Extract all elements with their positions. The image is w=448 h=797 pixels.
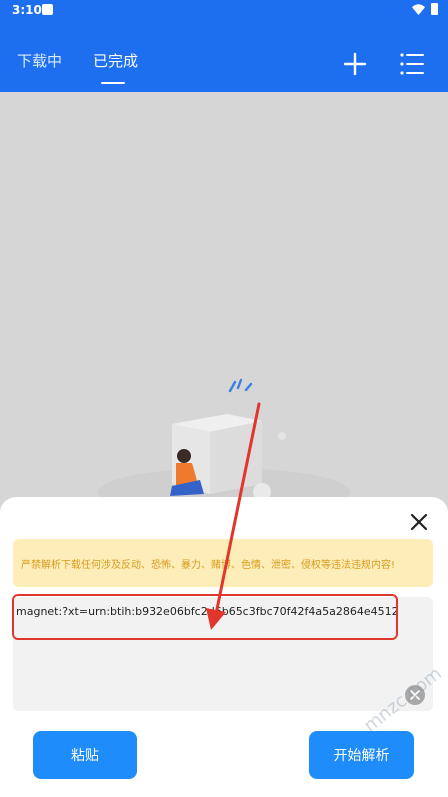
- close-icon[interactable]: [409, 512, 429, 532]
- warning-text: 严禁解析下载任何涉及反动、恐怖、暴力、赌博、色情、泄密、侵权等违法违规内容!: [21, 559, 396, 571]
- wifi-icon: [412, 3, 425, 15]
- header-bar: 3:10 下载中 已完成: [0, 0, 448, 92]
- battery-icon: [431, 3, 438, 15]
- paste-button[interactable]: 粘贴: [33, 731, 137, 779]
- status-bar: 3:10: [0, 0, 448, 22]
- empty-state-illustration: [98, 378, 350, 502]
- tab-downloading[interactable]: 下载中: [17, 50, 62, 71]
- notification-icon: [42, 4, 53, 15]
- start-parse-button[interactable]: 开始解析: [309, 731, 414, 779]
- warning-banner: 严禁解析下载任何涉及反动、恐怖、暴力、赌博、色情、泄密、侵权等违法违规内容!: [13, 539, 433, 587]
- annotation-highlight-box: [12, 594, 398, 640]
- app-screen: 3:10 下载中 已完成 严禁解析下载任何涉及反动、恐怖、暴力、赌博、色情、泄密…: [0, 0, 448, 797]
- active-tab-indicator: [101, 82, 125, 84]
- tab-completed[interactable]: 已完成: [93, 50, 138, 71]
- list-icon[interactable]: [399, 51, 425, 77]
- status-time: 3:10: [12, 3, 42, 17]
- plus-icon[interactable]: [343, 52, 367, 76]
